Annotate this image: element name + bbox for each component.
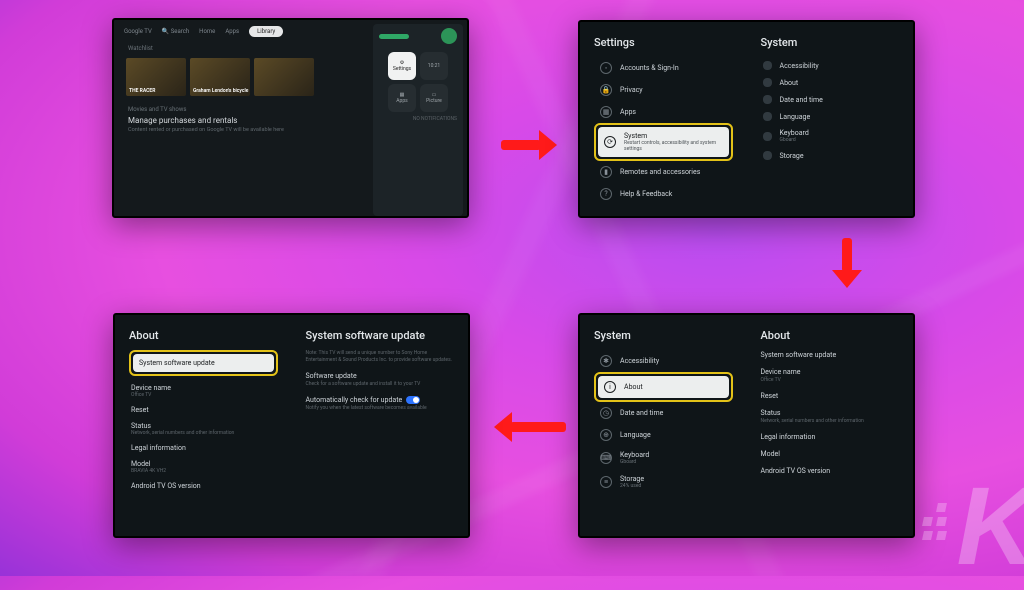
system-date[interactable]: Date and time [761,91,900,108]
tv-step3-system: System ✱Accessibility iAbout ◷Date and t… [578,313,915,538]
system-title: System [594,329,733,342]
about-update-highlight: System software update [129,350,278,376]
remote-icon: ▮ [600,166,612,178]
system-date[interactable]: ◷Date and time [594,402,733,424]
person-icon: ◦ [600,62,612,74]
quick-picture-card[interactable]: ▭Picture [420,84,448,112]
clock-icon [763,95,772,104]
about-status[interactable]: StatusNetwork, serial numbers and other … [761,409,900,424]
info-icon [763,78,772,87]
quick-brightness-bar[interactable] [379,34,409,39]
about-device-name[interactable]: Device nameOffice TV [131,384,276,398]
system-keyboard[interactable]: ⌨KeyboardGboard [594,446,733,470]
tv-step2-settings: Settings ◦Accounts & Sign-In 🔒Privacy ▦A… [578,20,915,218]
about-android-version[interactable]: Android TV OS version [131,482,276,490]
storage-icon: ≡ [600,476,612,488]
help-icon: ? [600,188,612,200]
about-model[interactable]: Model [761,450,900,458]
system-about-highlight: iAbout [594,372,733,402]
auto-update-toggle[interactable] [406,396,420,404]
tile-3[interactable] [254,58,314,96]
auto-check-update[interactable]: Automatically check for updateNotify you… [306,396,455,411]
nav-search[interactable]: 🔍 Search [162,28,189,35]
about-device-name[interactable]: Device nameOffice TV [761,368,900,383]
globe-icon: ⊕ [600,429,612,441]
quick-settings-panel: ⚙Settings 10:21 ▦Apps ▭Picture NO NOTIFI… [373,24,463,216]
settings-system[interactable]: ⟳SystemRestart controls, accessibility a… [598,127,729,157]
system-title: System [761,36,900,49]
about-legal[interactable]: Legal information [761,433,900,441]
settings-title: Settings [594,36,733,49]
settings-help[interactable]: ?Help & Feedback [594,183,733,205]
about-software-update[interactable]: System software update [761,351,900,359]
keyboard-icon [763,132,772,141]
system-storage[interactable]: ≡Storage24% used [594,470,733,494]
clock-icon: ◷ [600,407,612,419]
nav-library[interactable]: Library [249,26,283,37]
settings-system-highlight: ⟳SystemRestart controls, accessibility a… [594,123,733,161]
settings-remotes[interactable]: ▮Remotes and accessories [594,161,733,183]
accessibility-icon: ✱ [600,355,612,367]
system-keyboard[interactable]: KeyboardGboard [761,125,900,147]
about-title: About [761,329,900,342]
system-about[interactable]: About [761,74,900,91]
keyboard-icon: ⌨ [600,452,612,464]
about-status[interactable]: StatusNetwork, serial numbers and other … [131,422,276,436]
system-storage[interactable]: Storage [761,147,900,164]
about-reset[interactable]: Reset [131,406,276,414]
lock-icon: 🔒 [600,84,612,96]
settings-accounts[interactable]: ◦Accounts & Sign-In [594,57,733,79]
settings-privacy[interactable]: 🔒Privacy [594,79,733,101]
about-model[interactable]: ModelBRAVIA 4K VH2 [131,460,276,474]
about-left-col: About System software update Device name… [115,315,292,536]
system-icon: ⟳ [604,136,616,148]
settings-apps[interactable]: ▦Apps [594,101,733,123]
system-accessibility[interactable]: ✱Accessibility [594,350,733,372]
info-icon: i [604,381,616,393]
arrow-left-icon [488,412,566,442]
system-language[interactable]: Language [761,108,900,125]
software-update[interactable]: Software updateCheck for a software upda… [306,372,455,387]
tv-step4-about: About System software update Device name… [113,313,470,538]
arrow-down-icon [832,238,862,292]
nav-home[interactable]: Home [199,28,215,35]
update-title: System software update [306,329,455,342]
accessibility-icon [763,61,772,70]
quick-settings-card[interactable]: ⚙Settings [388,52,416,80]
about-reset[interactable]: Reset [761,392,900,400]
system-language[interactable]: ⊕Language [594,424,733,446]
settings-left-col: Settings ◦Accounts & Sign-In 🔒Privacy ▦A… [580,22,747,216]
arrow-right-icon [501,130,561,160]
tv-step1-library: Google TV 🔍 Search Home Apps Library Wat… [112,18,469,218]
quick-time-card[interactable]: 10:21 [420,52,448,80]
settings-right-col: System Accessibility About Date and time… [747,22,914,216]
about-android-version[interactable]: Android TV OS version [761,467,900,475]
nav-apps[interactable]: Apps [225,28,239,35]
tile-racer[interactable]: THE RACER [126,58,186,96]
system-accessibility[interactable]: Accessibility [761,57,900,74]
globe-icon [763,112,772,121]
about-title: About [129,329,278,342]
system-left-col: System ✱Accessibility iAbout ◷Date and t… [580,315,747,536]
profile-avatar-icon[interactable] [441,28,457,44]
about-right-col: About System software update Device name… [747,315,914,536]
storage-icon [763,151,772,160]
quick-apps-card[interactable]: ▦Apps [388,84,416,112]
about-system-software-update[interactable]: System software update [133,354,274,372]
update-note: Note: This TV will send a unique number … [306,350,455,363]
update-right-col: System software update Note: This TV wil… [292,315,469,536]
watermark-k-icon: K [957,463,1024,590]
brand: Google TV [124,28,152,35]
about-legal[interactable]: Legal information [131,444,276,452]
tile-lendon[interactable]: Graham Lendon's bicycle [190,58,250,96]
no-notifications: NO NOTIFICATIONS [373,114,463,124]
apps-icon: ▦ [600,106,612,118]
system-about[interactable]: iAbout [598,376,729,398]
